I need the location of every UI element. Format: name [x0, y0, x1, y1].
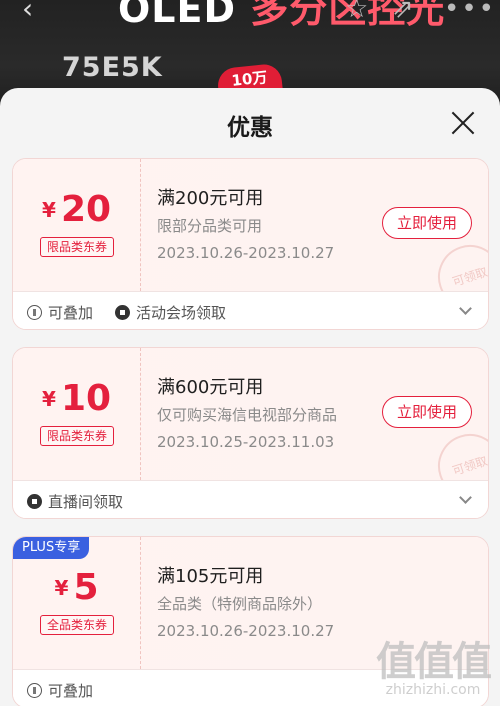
coupon-date: 2023.10.26-2023.10.27: [157, 622, 335, 640]
sheet-title: 优惠: [227, 115, 273, 141]
close-icon[interactable]: [448, 108, 478, 138]
use-now-button[interactable]: 立即使用: [382, 207, 472, 239]
stack-icon: [27, 683, 42, 698]
coupon-condition: 满200元可用: [157, 188, 264, 209]
coupon-value: ¥ 20 限品类东券: [13, 159, 140, 291]
coupon-amount: ¥ 10: [13, 378, 140, 419]
coupon-sheet: 优惠 ¥ 20 限品类东券 满200元可用 限部分品类可用 2023.10.26…: [0, 88, 500, 706]
coupon-main: ¥ 20 限品类东券 满200元可用 限部分品类可用 2023.10.26-20…: [13, 159, 488, 318]
coupon-type-tag: 限品类东券: [40, 237, 114, 257]
coupon-divider: [140, 537, 141, 669]
coupon-value: ¥ 5 全品类东券: [13, 537, 140, 669]
coupon-divider: [140, 348, 141, 480]
banner-title-a: OLED: [118, 0, 237, 31]
product-model: 75E5K: [62, 52, 163, 83]
coupon-footer[interactable]: 可叠加 活动会场领取: [13, 291, 488, 329]
chevron-down-icon[interactable]: [459, 491, 472, 504]
stackable-label: 可叠加: [27, 680, 93, 701]
watermark-url: zhizhizhi.com: [385, 682, 481, 698]
venue-icon: [115, 305, 130, 320]
coupon-details: 满600元可用 仅可购买海信电视部分商品 2023.10.25-2023.11.…: [157, 348, 488, 507]
coupon-scope: 限部分品类可用: [157, 217, 263, 235]
share-icon[interactable]: ⇗: [392, 0, 414, 24]
coupon-value: ¥ 10 限品类东券: [13, 348, 140, 480]
coupon-scope: 全品类（特例商品除外）: [157, 595, 323, 613]
live-room-icon: [27, 494, 42, 509]
coupon-condition: 满105元可用: [157, 566, 264, 587]
source-label: 直播间领取: [27, 491, 123, 512]
coupon-card: ¥ 20 限品类东券 满200元可用 限部分品类可用 2023.10.26-20…: [12, 158, 489, 330]
coupon-amount: ¥ 5: [13, 567, 140, 608]
coupon-type-tag: 限品类东券: [40, 426, 114, 446]
amount-value: 10: [60, 378, 112, 419]
watermark-logo: 值值值: [376, 639, 492, 685]
coupon-card: ¥ 10 限品类东券 满600元可用 仅可购买海信电视部分商品 2023.10.…: [12, 347, 489, 519]
sheet-header: 优惠: [0, 88, 500, 158]
coupon-details: 满200元可用 限部分品类可用 2023.10.26-2023.10.27 立即…: [157, 159, 488, 318]
star-icon[interactable]: ☆: [345, 0, 368, 24]
back-icon[interactable]: ‹: [22, 0, 33, 25]
coupon-footer[interactable]: 直播间领取: [13, 480, 488, 518]
currency-symbol: ¥: [41, 387, 56, 411]
coupon-date: 2023.10.26-2023.10.27: [157, 244, 335, 262]
watermark: 值值值 zhizhizhi.com: [376, 639, 492, 698]
currency-symbol: ¥: [41, 198, 56, 222]
coupon-divider: [140, 159, 141, 291]
chevron-down-icon[interactable]: [459, 302, 472, 315]
coupon-scope: 仅可购买海信电视部分商品: [157, 406, 338, 424]
stack-icon: [27, 305, 42, 320]
stackable-label: 可叠加: [27, 302, 93, 323]
coupon-date: 2023.10.25-2023.11.03: [157, 433, 335, 451]
use-now-button[interactable]: 立即使用: [382, 396, 472, 428]
source-label: 活动会场领取: [115, 302, 226, 323]
coupon-main: ¥ 10 限品类东券 满600元可用 仅可购买海信电视部分商品 2023.10.…: [13, 348, 488, 507]
amount-value: 20: [60, 189, 112, 230]
amount-value: 5: [73, 567, 99, 608]
currency-symbol: ¥: [54, 576, 69, 600]
more-icon[interactable]: •••: [444, 0, 496, 24]
coupon-amount: ¥ 20: [13, 189, 140, 230]
coupon-type-tag: 全品类东券: [40, 615, 114, 635]
coupon-condition: 满600元可用: [157, 377, 264, 398]
